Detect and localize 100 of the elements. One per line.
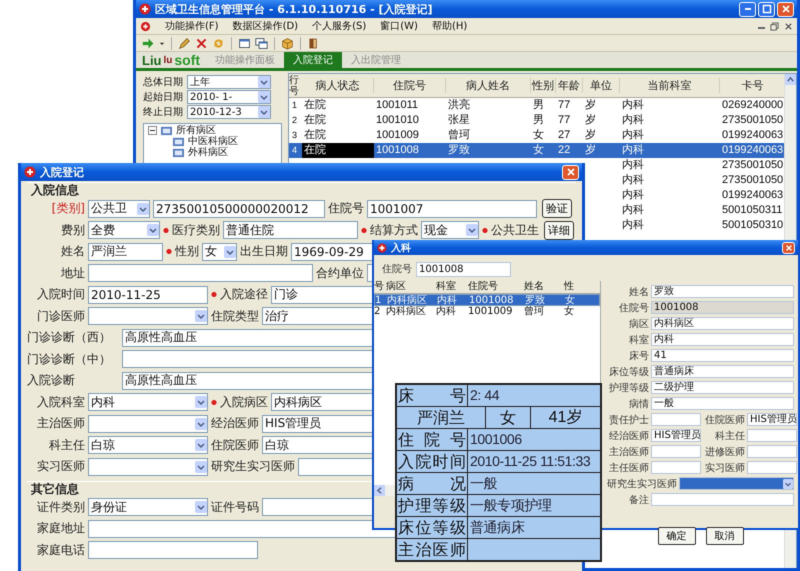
field-label: 病区: [628, 318, 649, 330]
table-cell: 1001009: [376, 129, 419, 141]
table-cell: 22: [558, 144, 570, 156]
card-value: 普通病床: [470, 519, 524, 535]
logo: Liu lu soft: [141, 52, 202, 68]
table-cell: 0199240063: [722, 129, 784, 141]
field-label: 护理等级: [608, 382, 649, 394]
dialog-title: 入院登记: [40, 164, 84, 180]
field-label: 公共卫生: [482, 222, 539, 239]
table-cell: 1: [292, 100, 298, 110]
card-value: 41岁: [548, 409, 582, 426]
filter-label: 起始日期: [143, 90, 183, 104]
table-cell: 男: [533, 99, 544, 111]
table-cell: 1001008: [469, 295, 514, 305]
card-value: 1001006: [470, 431, 522, 447]
field-label: 医疗类别: [163, 222, 220, 239]
table-cell: 1001011: [376, 99, 418, 111]
field-label: 费别: [60, 222, 85, 239]
table-cell: 内科: [622, 159, 644, 171]
card-value: 一般专项护理: [470, 497, 552, 513]
table-cell: 内科: [622, 219, 644, 231]
table-cell: 3: [292, 130, 298, 140]
card-value: 2010-11-25 11:51:33: [470, 453, 590, 469]
field-label: 住院类型: [211, 308, 259, 325]
card-value: 2: 44: [470, 387, 500, 403]
table-cell: 在院: [304, 144, 326, 156]
table-cell: 女: [533, 129, 544, 141]
table-cell: 2735001050: [722, 114, 784, 126]
field-label: 姓名: [60, 243, 85, 260]
table-cell: 内科: [622, 129, 644, 141]
field-label: 床号: [628, 350, 649, 362]
card-value: 一般: [470, 475, 498, 491]
table-cell: 4: [292, 145, 298, 155]
field-label: 科主任: [714, 430, 745, 442]
field-label: 门诊诊断（西）: [27, 329, 112, 346]
field-label: 住院医师: [704, 414, 745, 426]
table-cell: 在院: [304, 114, 326, 126]
field-label: 入院时间: [36, 286, 85, 304]
field-label: 床位等级: [608, 366, 649, 378]
table-cell: 内科: [622, 189, 644, 201]
table-cell: 罗致: [448, 144, 470, 156]
table-cell: 男: [533, 114, 544, 126]
section-title: 其它信息: [30, 482, 79, 496]
field-label: 结算方式: [361, 222, 418, 239]
table-cell: 岁: [585, 144, 596, 156]
table-cell: 2735001050: [722, 159, 784, 171]
filter-label: 总体日期: [143, 76, 183, 89]
field-label: 入院病区: [211, 394, 268, 411]
table-cell: 5001050310: [722, 219, 784, 231]
field-label: 研究生实习医师: [211, 458, 295, 476]
field-label: 证件类别: [36, 498, 85, 516]
field-label: 家庭地址: [36, 520, 85, 538]
window-title: 区域卫生信息管理平台 - 6.1.10.110716 - [入院登记]: [155, 2, 433, 16]
table-cell: 内科: [437, 295, 457, 305]
field-label: 住院医师: [211, 436, 259, 454]
table-cell: 在院: [304, 129, 326, 141]
table-cell: 洪亮: [448, 99, 470, 111]
table-cell: 内科: [622, 114, 644, 126]
field-label: 门诊医师: [36, 308, 85, 325]
table-cell: 岁: [585, 99, 596, 111]
field-label: 经治医师: [211, 415, 259, 432]
field-label: 科主任: [48, 436, 85, 454]
field-label: 住院号: [618, 302, 649, 314]
table-cell: 内科病区: [386, 306, 426, 317]
table-cell: 岁: [585, 129, 596, 141]
table-cell: 1001008: [376, 144, 419, 156]
table-cell: 内科: [622, 204, 644, 216]
field-label: 病情: [628, 398, 649, 410]
table-cell: 0199240063: [722, 144, 784, 156]
table-cell: 曾珂: [524, 306, 544, 317]
table-cell: 内科: [622, 99, 644, 111]
field-label: 合约单位: [316, 264, 364, 282]
field-label: 进修医师: [704, 446, 745, 458]
table-cell: 在院: [304, 99, 326, 111]
table-cell: 内科: [622, 174, 644, 186]
table-cell: 内科: [622, 144, 644, 156]
table-cell: 0199240063: [722, 189, 784, 201]
table-cell: 1001010: [376, 114, 419, 126]
table-cell: 2735001050: [722, 174, 784, 186]
field-label: 主任医师: [608, 462, 649, 474]
table-cell: 张星: [448, 114, 470, 126]
field-label: 门诊诊断（中）: [27, 350, 112, 368]
table-cell: 77: [558, 114, 570, 126]
field-label: 家庭电话: [36, 542, 85, 559]
filter-label: 终止日期: [143, 106, 183, 119]
field-label: 备注: [628, 494, 649, 506]
table-cell: 2: [292, 115, 298, 125]
section-title: 入院信息: [30, 183, 79, 198]
table-cell: 女: [564, 306, 574, 317]
table-cell: 0269240000: [722, 99, 784, 111]
table-cell: 内科: [436, 306, 456, 317]
dialog-title: 入科: [391, 242, 411, 254]
card-value: 女: [500, 408, 516, 427]
field-label: 经治医师: [608, 430, 649, 442]
table-cell: 内科病区: [387, 295, 427, 305]
table-cell: 2: [374, 306, 380, 317]
table-cell: 77: [558, 99, 570, 111]
field-label: 住院号: [382, 262, 412, 276]
field-label: [类别]: [50, 200, 85, 218]
field-label: 入院诊断: [27, 372, 76, 390]
